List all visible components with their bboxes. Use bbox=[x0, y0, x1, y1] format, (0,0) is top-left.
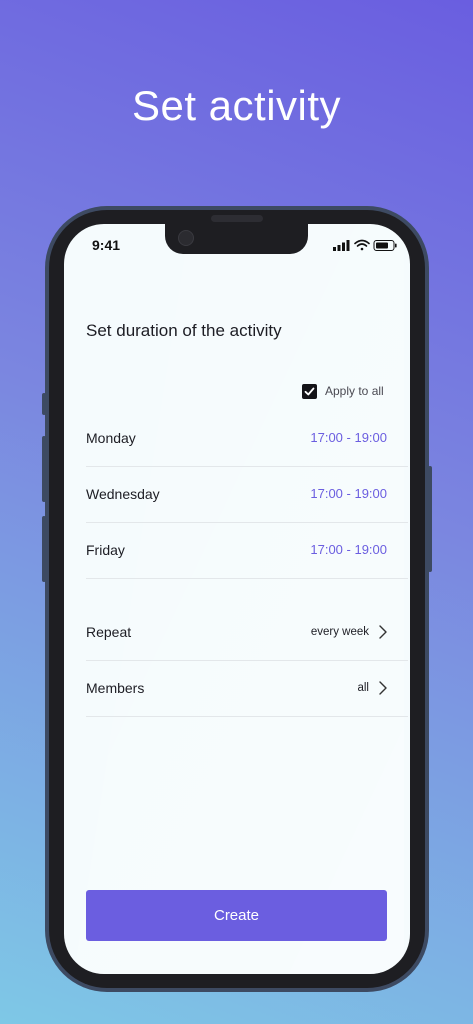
signal-icon bbox=[333, 240, 350, 251]
day-label: Monday bbox=[86, 430, 136, 446]
phone-volume-up bbox=[42, 436, 46, 502]
chevron-right-icon bbox=[379, 625, 387, 639]
repeat-label: Repeat bbox=[86, 624, 132, 640]
day-row-wednesday[interactable]: Wednesday 17:00 - 19:00 bbox=[86, 466, 408, 523]
day-label: Wednesday bbox=[86, 486, 160, 502]
day-time-range[interactable]: 17:00 - 19:00 bbox=[310, 522, 387, 578]
chevron-right-icon bbox=[379, 681, 387, 695]
checkmark-icon bbox=[304, 387, 315, 395]
day-time-range[interactable]: 17:00 - 19:00 bbox=[310, 466, 387, 522]
create-button[interactable]: Create bbox=[86, 890, 387, 941]
status-time: 9:41 bbox=[92, 237, 121, 253]
status-icons bbox=[333, 239, 397, 251]
headline: Set activity bbox=[131, 82, 342, 129]
day-time-range[interactable]: 17:00 - 19:00 bbox=[310, 410, 387, 466]
day-label: Friday bbox=[86, 542, 125, 558]
apply-to-all-checkbox[interactable] bbox=[302, 383, 317, 399]
repeat-value: every week bbox=[310, 626, 369, 638]
phone-volume-down bbox=[42, 516, 46, 582]
phone-power-button bbox=[428, 466, 432, 572]
day-row-monday[interactable]: Monday 17:00 - 19:00 bbox=[86, 410, 408, 467]
phone-side-button bbox=[42, 393, 46, 415]
screen-title: Set duration of the activity bbox=[86, 321, 282, 340]
speaker bbox=[211, 215, 263, 222]
members-value: all bbox=[357, 682, 369, 694]
wifi-icon bbox=[354, 239, 370, 251]
members-row[interactable]: Members all bbox=[86, 660, 408, 717]
apply-to-all-toggle[interactable]: Apply to all bbox=[302, 382, 384, 400]
camera bbox=[178, 230, 194, 246]
battery-icon bbox=[373, 240, 397, 251]
apply-to-all-label: Apply to all bbox=[325, 384, 384, 398]
day-row-friday[interactable]: Friday 17:00 - 19:00 bbox=[86, 522, 408, 579]
repeat-row[interactable]: Repeat every week bbox=[86, 604, 408, 661]
members-label: Members bbox=[86, 680, 145, 696]
